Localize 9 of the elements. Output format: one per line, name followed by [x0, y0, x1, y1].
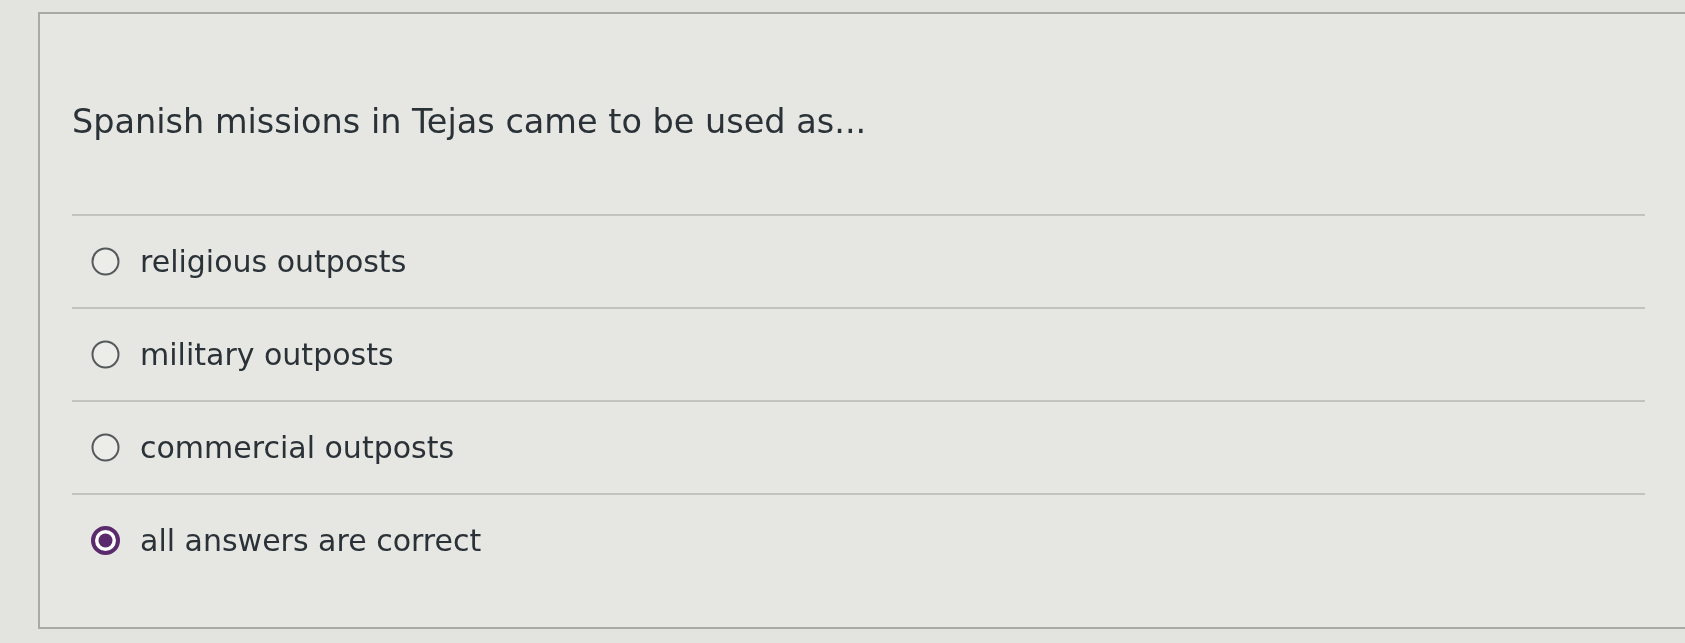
radio-button[interactable]: [91, 526, 120, 555]
answer-label[interactable]: religious outposts: [140, 242, 407, 281]
answer-label[interactable]: all answers are correct: [140, 521, 482, 560]
answer-label[interactable]: military outposts: [140, 335, 394, 374]
answer-label[interactable]: commercial outposts: [140, 428, 455, 467]
radio-button[interactable]: [91, 340, 120, 369]
radio-button[interactable]: [91, 433, 120, 462]
radio-button[interactable]: [91, 247, 120, 276]
question-text: Spanish missions in Tejas came to be used as...: [72, 101, 868, 143]
